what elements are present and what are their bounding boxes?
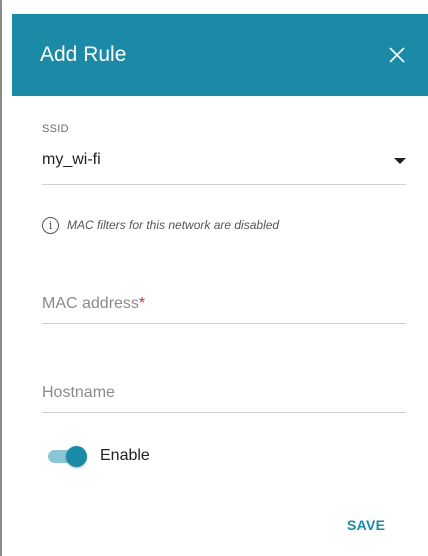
dialog-title: Add Rule — [40, 43, 127, 66]
close-button[interactable] — [382, 40, 412, 70]
ssid-select[interactable]: my_wi-fi — [42, 142, 406, 185]
dropdown-arrow-icon — [394, 158, 406, 164]
add-rule-dialog: Add Rule SSID my_wi-fi i MAC filters for… — [12, 0, 428, 556]
mac-address-field[interactable]: MAC address* — [42, 287, 406, 324]
enable-row: Enable — [46, 442, 150, 470]
info-message: i MAC filters for this network are disab… — [42, 215, 279, 235]
mac-address-input[interactable] — [42, 287, 406, 323]
enable-toggle[interactable] — [46, 444, 88, 468]
ssid-selected-value: my_wi-fi — [42, 151, 101, 168]
dialog-header: Add Rule — [12, 14, 428, 96]
hostname-input[interactable] — [42, 376, 406, 412]
close-icon — [389, 47, 405, 63]
enable-label: Enable — [100, 447, 150, 464]
page-frame: Add Rule SSID my_wi-fi i MAC filters for… — [0, 0, 428, 556]
toggle-knob — [66, 446, 87, 467]
info-icon: i — [42, 216, 59, 234]
ssid-label: SSID — [42, 123, 69, 135]
save-button[interactable]: SAVE — [347, 517, 385, 533]
hostname-field[interactable]: Hostname — [42, 376, 406, 413]
window-edge — [0, 0, 2, 556]
info-text: MAC filters for this network are disable… — [67, 218, 280, 232]
